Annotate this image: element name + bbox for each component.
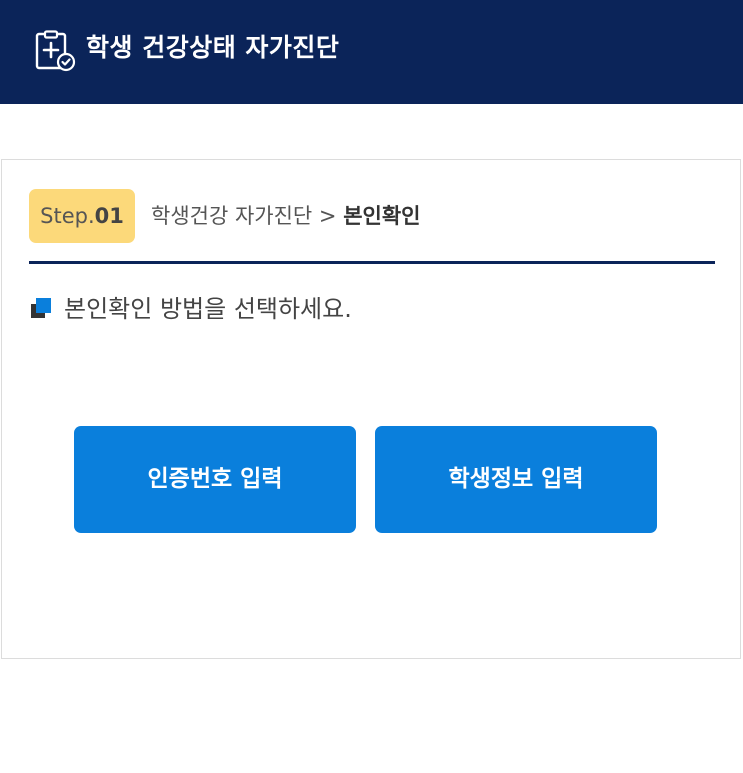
step-number: 01: [94, 204, 124, 228]
breadcrumb: 학생건강 자가진단 > 본인확인: [151, 198, 420, 234]
instruction-text: 본인확인 방법을 선택하세요.: [64, 295, 352, 323]
enter-cert-number-button[interactable]: 인증번호 입력: [74, 426, 356, 533]
enter-student-info-button[interactable]: 학생정보 입력: [375, 426, 657, 533]
step-prefix: Step.: [40, 204, 95, 228]
clipboard-medical-check-icon: [35, 30, 76, 72]
step-badge: Step.01: [29, 189, 135, 243]
square-bullet-icon: [31, 298, 51, 318]
page-title: 학생 건강상태 자가진단: [86, 33, 340, 62]
breadcrumb-current: 본인확인: [343, 204, 421, 228]
section-divider: [29, 261, 715, 264]
breadcrumb-parent: 학생건강 자가진단 >: [151, 204, 344, 228]
app-header: 학생 건강상태 자가진단: [0, 0, 743, 104]
